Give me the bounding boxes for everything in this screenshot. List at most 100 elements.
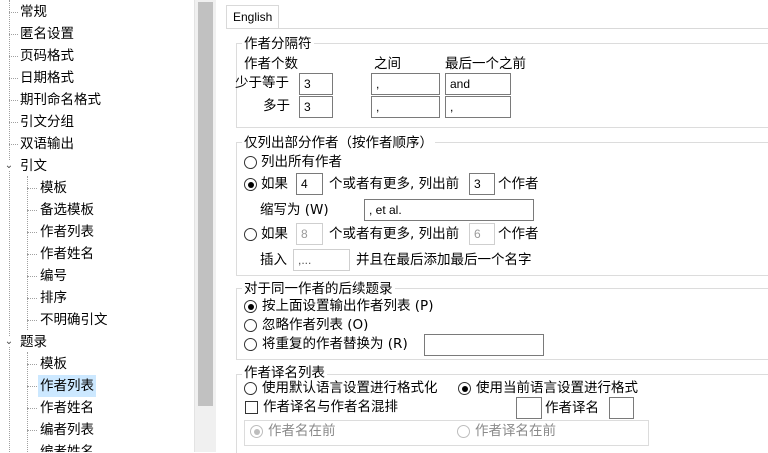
tree-item-journal-naming[interactable]: 期刊命名格式 <box>0 89 194 111</box>
abbreviation-label: 缩写为 (W) <box>260 202 329 218</box>
radio-replace-repeated[interactable] <box>244 338 257 351</box>
tree-item-label: 作者列表 <box>40 224 94 240</box>
less-equal-count-input[interactable]: 3 <box>299 73 333 95</box>
tree-item-label: 作者姓名 <box>40 246 94 262</box>
insert-input[interactable]: ,... <box>293 249 350 271</box>
tree-item-label: 引文分组 <box>20 114 74 130</box>
tree-item-page-format[interactable]: 页码格式 <box>0 45 194 67</box>
option-label: 作者名在前 <box>268 423 336 439</box>
tree-item-anonymous[interactable]: 匿名设置 <box>0 23 194 45</box>
tree-item-bib-author-name[interactable]: 作者姓名 <box>0 397 194 419</box>
translated-label: 作者译名 <box>545 400 599 416</box>
tree-item-label: 编者列表 <box>40 422 94 438</box>
tree-item-general[interactable]: 常规 <box>0 1 194 23</box>
option-label: 将重复的作者替换为 (R) <box>262 336 408 352</box>
tree-item-bilingual-output[interactable]: 双语输出 <box>0 133 194 155</box>
if1-first-input[interactable]: 3 <box>469 173 495 195</box>
less-equal-before-last-input[interactable]: and <box>445 73 511 95</box>
tree-item-citation-alt-template[interactable]: 备选模板 <box>0 199 194 221</box>
tree-scrollbar[interactable] <box>194 0 216 452</box>
tree-item-bib-author-list[interactable]: 作者列表 <box>0 375 194 397</box>
insert-label: 插入 <box>260 252 287 268</box>
tree-item-label: 题录 <box>20 334 47 350</box>
tree-item-bib-editor-name[interactable]: 编者姓名 <box>0 441 194 452</box>
option-label: 使用默认语言设置进行格式化 <box>262 380 438 396</box>
more-than-before-last-input[interactable]: , <box>445 96 511 118</box>
if2-count-input[interactable]: 8 <box>296 223 323 245</box>
tree-item-bibliography[interactable]: ⌄ 题录 <box>0 331 194 353</box>
tree-item-citation-numbering[interactable]: 编号 <box>0 265 194 287</box>
tree-item-label: 引文 <box>20 158 47 174</box>
radio-list-all-authors[interactable] <box>244 156 257 169</box>
replace-input[interactable] <box>424 334 544 356</box>
row-label-more-than: 多于 <box>263 98 290 114</box>
option-label: 列出所有作者 <box>261 154 342 170</box>
radio-current-language[interactable] <box>458 382 471 395</box>
tab-english[interactable]: English <box>226 5 280 29</box>
option-label: 个作者 <box>498 226 539 242</box>
group-title: 对于同一作者的后续题录 <box>242 281 395 297</box>
tree-item-ambiguous-citation[interactable]: 不明确引文 <box>0 309 194 331</box>
more-than-between-input[interactable]: , <box>371 96 440 118</box>
abbreviation-input[interactable]: , et al. <box>364 199 534 221</box>
options-tree: 常规 匿名设置 页码格式 日期格式 期刊命名格式 引文分组 双语输出 ⌄ 引文 … <box>0 0 194 452</box>
column-header-count: 作者个数 <box>244 56 298 72</box>
radio-if-more-than-2[interactable] <box>244 228 257 241</box>
tree-item-label: 匿名设置 <box>20 26 74 42</box>
column-header-between: 之间 <box>374 56 401 72</box>
option-label: 如果 <box>261 176 288 192</box>
tree-item-label: 作者列表 <box>38 375 96 397</box>
option-label: 忽略作者列表 (O) <box>262 317 369 333</box>
tree-item-label: 排序 <box>40 290 67 306</box>
checkbox-mix-translated[interactable] <box>245 401 258 414</box>
radio-default-language[interactable] <box>244 382 257 395</box>
tree-item-bib-editor-list[interactable]: 编者列表 <box>0 419 194 441</box>
tree-item-citation-author-name[interactable]: 作者姓名 <box>0 243 194 265</box>
option-label: 个或者有更多, 列出前 <box>329 226 460 242</box>
tree-item-label: 备选模板 <box>40 202 94 218</box>
group-title: 仅列出部分作者（按作者顺序） <box>242 135 435 151</box>
tree-item-citation-sorting[interactable]: 排序 <box>0 287 194 309</box>
option-label: 个作者 <box>498 176 539 192</box>
tree-item-label: 常规 <box>20 4 47 20</box>
radio-if-more-than-1[interactable] <box>244 178 257 191</box>
tree-item-label: 双语输出 <box>20 136 74 152</box>
tree-item-label: 编者姓名 <box>40 444 94 452</box>
tree-item-label: 不明确引文 <box>40 312 108 328</box>
more-than-count-input[interactable]: 3 <box>299 96 333 118</box>
tree-item-bib-template[interactable]: 模板 <box>0 353 194 375</box>
option-label: 个或者有更多, 列出前 <box>329 176 460 192</box>
chevron-down-icon[interactable]: ⌄ <box>4 337 14 347</box>
insert-post-label: 并且在最后添加最后一个名字 <box>356 252 532 268</box>
tab-divider <box>226 28 768 29</box>
translated-separator-input[interactable] <box>609 397 634 419</box>
scrollbar-thumb[interactable] <box>198 2 213 406</box>
tree-item-citation-grouping[interactable]: 引文分组 <box>0 111 194 133</box>
radio-output-author-list[interactable] <box>244 300 257 313</box>
mix-separator-input[interactable] <box>516 397 542 419</box>
tree-item-label: 编号 <box>40 268 67 284</box>
radio-translated-first[interactable] <box>457 425 470 438</box>
tree-item-date-format[interactable]: 日期格式 <box>0 67 194 89</box>
tree-item-label: 页码格式 <box>20 48 74 64</box>
tree-item-label: 作者姓名 <box>40 400 94 416</box>
option-label: 按上面设置输出作者列表 (P) <box>262 298 434 314</box>
option-label: 使用当前语言设置进行格式 <box>476 380 638 396</box>
settings-panel: English 作者分隔符 作者个数 之间 最后一个之前 少于等于 3 , an… <box>216 0 768 453</box>
radio-author-first[interactable] <box>250 425 263 438</box>
tree-item-citation-author-list[interactable]: 作者列表 <box>0 221 194 243</box>
tree-item-label: 模板 <box>40 180 67 196</box>
less-equal-between-input[interactable]: , <box>371 73 440 95</box>
row-label-less-equal: 少于等于 <box>235 75 289 91</box>
tree-item-citation[interactable]: ⌄ 引文 <box>0 155 194 177</box>
if1-count-input[interactable]: 4 <box>296 173 323 195</box>
option-label: 作者译名在前 <box>475 423 556 439</box>
tree-item-citation-template[interactable]: 模板 <box>0 177 194 199</box>
chevron-down-icon[interactable]: ⌄ <box>4 161 14 171</box>
tree-item-label: 期刊命名格式 <box>20 92 101 108</box>
group-title: 作者分隔符 <box>242 36 314 52</box>
checkbox-label: 作者译名与作者名混排 <box>263 399 398 415</box>
radio-ignore-author-list[interactable] <box>244 319 257 332</box>
if2-first-input[interactable]: 6 <box>469 223 495 245</box>
tree-item-label: 日期格式 <box>20 70 74 86</box>
